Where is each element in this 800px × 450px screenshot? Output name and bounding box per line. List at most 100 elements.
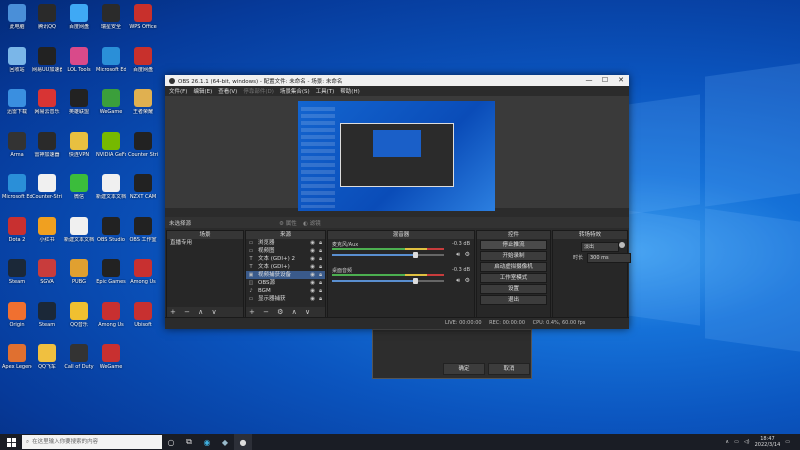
desktop-icon[interactable]: QQ音乐 — [64, 301, 94, 328]
desktop-icon[interactable]: Among Us — [96, 301, 126, 328]
source-item[interactable]: T 文本 (GDI+) 2 ◉ 🔒︎ — [246, 255, 325, 263]
desktop-icon[interactable]: Epic Games — [96, 259, 126, 285]
filters-button[interactable]: ◐ 滤镜 — [303, 219, 321, 227]
gear-icon[interactable]: ⚙ — [465, 277, 470, 284]
scenes-toolbar[interactable]: + − ∧ ∨ — [167, 307, 243, 317]
preview-area[interactable] — [165, 96, 629, 211]
stop-streaming-button[interactable]: 停止推流 — [480, 240, 547, 250]
scene-item[interactable]: 直播专用 — [167, 239, 243, 247]
menu-file[interactable]: 文件(F) — [169, 87, 187, 95]
exit-button[interactable]: 退出 — [480, 295, 547, 305]
transition-select[interactable]: 淡出 — [581, 242, 619, 252]
desktop-icon[interactable]: 微信 — [64, 174, 94, 200]
eye-icon[interactable]: ◉ — [310, 263, 315, 271]
steam-icon[interactable]: ◆ — [216, 434, 234, 450]
desktop-icon[interactable]: 王者荣耀 — [128, 89, 158, 115]
start-button[interactable] — [0, 434, 22, 450]
desktop-icon[interactable]: 英雄联盟 — [64, 89, 94, 115]
start-recording-button[interactable]: 开始录制 — [480, 251, 547, 261]
desktop-icon[interactable]: 百度网盘 — [128, 46, 158, 73]
menu-scene-collection[interactable]: 场景集合(S) — [280, 87, 310, 95]
desktop-icon[interactable]: Counter Strike — [128, 131, 158, 158]
desktop-icon[interactable]: Arma — [2, 131, 32, 158]
search-box[interactable]: ⌕ 在这里输入你要搜索的内容 — [22, 435, 162, 449]
eye-icon[interactable]: ◉ — [310, 279, 315, 287]
desktop-icon[interactable]: WeGame — [96, 89, 126, 115]
volume-slider[interactable] — [332, 252, 444, 258]
desktop-icon[interactable]: 雷神加速器 — [32, 131, 62, 158]
lock-icon[interactable]: 🔒︎ — [319, 255, 322, 263]
desktop-icon[interactable]: 小红书 — [32, 216, 62, 243]
desktop-icon[interactable]: 网易UU加速器 — [32, 46, 62, 73]
desktop-icon[interactable]: LOL Tools — [64, 46, 94, 73]
gear-icon[interactable]: ⚙ — [465, 251, 470, 258]
desktop-icon[interactable]: Counter-Strike Global — [32, 174, 62, 200]
menu-view[interactable]: 查看(V) — [218, 87, 237, 95]
speaker-icon[interactable]: 🔊︎ — [456, 251, 460, 259]
desktop-icon[interactable]: SGVA — [32, 259, 62, 285]
eye-icon[interactable]: ◉ — [310, 295, 315, 303]
desktop-icon[interactable]: Ubisoft — [128, 301, 158, 328]
duration-input[interactable]: 300 ms — [587, 253, 631, 263]
cortana-icon[interactable]: ○ — [162, 434, 180, 450]
lock-icon[interactable]: 🔒︎ — [319, 271, 322, 279]
start-virtual-camera-button[interactable]: 启动虚拟摄像机 — [480, 262, 547, 272]
source-item[interactable]: ▭ 显示器捕获 ◉ 🔒︎ — [246, 295, 325, 303]
menu-tools[interactable]: 工具(T) — [316, 87, 335, 95]
desktop-icon[interactable]: Origin — [2, 301, 32, 328]
desktop-icon[interactable]: QQ飞车 — [32, 344, 62, 370]
desktop-icon[interactable]: 网易云音乐 — [32, 89, 62, 115]
desktop-icon[interactable]: Call of Duty — [64, 344, 94, 370]
lock-icon[interactable]: 🔒︎ — [319, 247, 322, 255]
lock-icon[interactable]: 🔒︎ — [319, 295, 322, 303]
desktop-icon[interactable]: 新建文本文档 — [64, 216, 94, 243]
eye-icon[interactable]: ◉ — [310, 287, 315, 295]
desktop-icon[interactable]: 新建文本文档 — [96, 174, 126, 200]
desktop-icon[interactable]: 迅雷下载 — [2, 89, 32, 115]
menu-edit[interactable]: 编辑(E) — [193, 87, 212, 95]
ok-button[interactable]: 确定 — [443, 363, 485, 375]
obs-icon[interactable]: ● — [234, 434, 252, 450]
eye-icon[interactable]: ◉ — [310, 247, 315, 255]
lock-icon[interactable]: 🔒︎ — [319, 287, 322, 295]
desktop-icon[interactable]: 腾讯QQ — [32, 4, 62, 30]
desktop-icon[interactable]: 此电脑 — [2, 4, 32, 30]
source-item[interactable]: ◫ OBS源 ◉ 🔒︎ — [246, 279, 325, 287]
network-icon[interactable]: ▭ — [734, 439, 739, 445]
edge-icon[interactable]: ◉ — [198, 434, 216, 450]
desktop-icon[interactable]: NZXT CAM — [128, 174, 158, 200]
desktop-icon[interactable]: 百度网盘 — [64, 4, 94, 30]
desktop-icon[interactable]: WPS Office — [128, 4, 158, 30]
desktop-icon[interactable]: Dota 2 — [2, 216, 32, 243]
eye-icon[interactable]: ◉ — [310, 255, 315, 263]
close-button[interactable]: ✕ — [613, 75, 629, 86]
transition-settings-icon[interactable] — [619, 242, 625, 248]
desktop-icon[interactable]: PUBG — [64, 259, 94, 285]
volume-slider[interactable] — [332, 278, 444, 284]
chevron-up-icon[interactable]: ∧ — [725, 439, 729, 445]
title-bar[interactable]: OBS 26.1.1 (64-bit, windows) - 配置文件: 未命名… — [165, 75, 629, 86]
eye-icon[interactable]: ◉ — [310, 271, 315, 279]
desktop-icon[interactable]: NVIDIA GeForce — [96, 131, 126, 158]
menu-help[interactable]: 帮助(H) — [340, 87, 359, 95]
speaker-icon[interactable]: 🔊︎ — [456, 277, 460, 285]
volume-icon[interactable]: ◁) — [744, 439, 750, 445]
menu-docks[interactable]: 停靠部件(D) — [243, 87, 274, 95]
maximize-button[interactable]: ☐ — [597, 75, 613, 86]
desktop-icon[interactable]: 回收站 — [2, 46, 32, 73]
desktop-icon[interactable]: Steam — [2, 259, 32, 285]
desktop-icon[interactable]: Steam — [32, 301, 62, 328]
desktop-icon[interactable]: Microsoft Edge — [96, 46, 126, 73]
notification-icon[interactable]: ▭ — [785, 439, 790, 445]
cancel-button[interactable]: 取消 — [488, 363, 530, 375]
source-item[interactable]: T 文本 (GDI+) ◉ 🔒︎ — [246, 263, 325, 271]
desktop-icon[interactable]: Microsoft Edge — [2, 174, 32, 200]
source-item[interactable]: ♪ BGM ◉ 🔒︎ — [246, 287, 325, 295]
desktop-icon[interactable]: Among Us — [128, 259, 158, 285]
source-item[interactable]: ▭ 视频图 ◉ 🔒︎ — [246, 247, 325, 255]
task-view-icon[interactable]: ⧉ — [180, 434, 198, 450]
properties-button[interactable]: ⚙ 属性 — [279, 219, 297, 227]
desktop-icon[interactable]: WeGame — [96, 344, 126, 370]
studio-mode-button[interactable]: 工作室模式 — [480, 273, 547, 283]
source-item[interactable]: ▣ 视频捕获设备 ◉ 🔒︎ — [246, 271, 325, 279]
